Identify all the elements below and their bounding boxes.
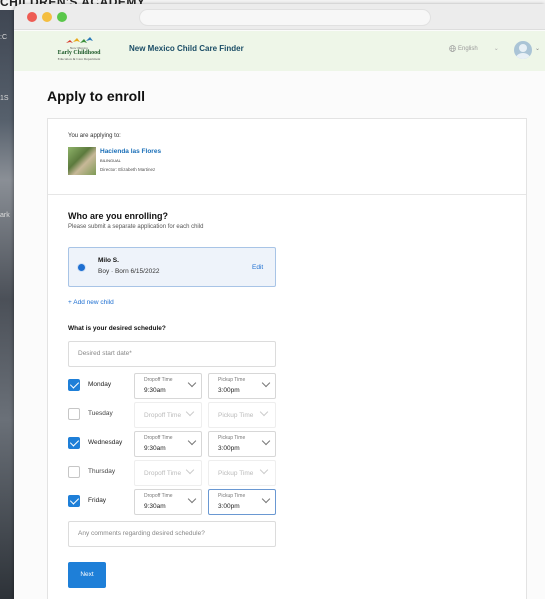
provider-tag: BILINGUAL [100, 158, 121, 163]
next-button[interactable]: Next [68, 562, 106, 588]
enrolling-heading: Who are you enrolling? [68, 211, 169, 221]
chevron-down-icon [187, 378, 197, 388]
day-label: Monday [88, 381, 112, 388]
chevron-down-icon [187, 494, 197, 504]
address-bar[interactable] [139, 9, 431, 26]
pickup-value: 3:00pm [218, 503, 240, 510]
dropoff-label: Dropoff Time [144, 377, 173, 383]
thursday-pickup-select: Pickup Time [208, 460, 276, 486]
chevron-down-icon [261, 494, 271, 504]
start-date-input[interactable]: Desired start date* [68, 341, 276, 367]
wednesday-pickup-select[interactable]: Pickup Time 3:00pm [208, 431, 276, 457]
globe-icon [449, 45, 456, 52]
chevron-down-icon: ⌄ [493, 46, 499, 52]
site-title[interactable]: New Mexico Child Care Finder [129, 44, 244, 53]
schedule-heading: What is your desired schedule? [68, 325, 166, 332]
tuesday-pickup-select: Pickup Time [208, 402, 276, 428]
monday-pickup-select[interactable]: Pickup Time 3:00pm [208, 373, 276, 399]
site-header: New Mexico Early Childhood Education & C… [14, 31, 545, 71]
logo-department-text: Education & Care Department [57, 57, 101, 61]
child-name: Milo S. [98, 257, 119, 264]
wednesday-dropoff-select[interactable]: Dropoff Time 9:30am [134, 431, 202, 457]
dropoff-label: Dropoff Time [144, 435, 173, 441]
schedule-row-monday: Monday Dropoff Time 9:30am Pickup Time 3… [68, 373, 278, 399]
day-label: Tuesday [88, 410, 113, 417]
birds-logo-icon [48, 37, 110, 46]
background-edge-label: 1S [0, 95, 9, 102]
child-option[interactable]: Milo S. Boy · Born 6/15/2022 Edit [68, 247, 276, 287]
pickup-label: Pickup Time [218, 493, 246, 499]
background-edge-label: ark [0, 212, 10, 219]
pickup-placeholder: Pickup Time [218, 470, 254, 477]
friday-checkbox[interactable] [68, 495, 80, 507]
pickup-value: 3:00pm [218, 387, 240, 394]
pickup-label: Pickup Time [218, 377, 246, 383]
provider-photo [68, 147, 96, 175]
monday-checkbox[interactable] [68, 379, 80, 391]
chevron-down-icon [185, 407, 195, 417]
dropoff-value: 9:30am [144, 387, 166, 394]
day-label: Thursday [88, 468, 116, 475]
page-title: Apply to enroll [47, 88, 145, 104]
day-label: Wednesday [88, 439, 123, 446]
chevron-down-icon [259, 407, 269, 417]
chevron-down-icon[interactable]: ⌄ [535, 45, 540, 52]
chevron-down-icon [261, 436, 271, 446]
schedule-row-tuesday: Tuesday Dropoff Time Pickup Time [68, 402, 278, 428]
zoom-window-button[interactable] [57, 12, 67, 22]
pickup-placeholder: Pickup Time [218, 412, 254, 419]
user-avatar[interactable] [514, 41, 532, 59]
thursday-checkbox[interactable] [68, 466, 80, 478]
child-radio-selected[interactable] [77, 263, 86, 272]
dropoff-label: Dropoff Time [144, 493, 173, 499]
schedule-row-wednesday: Wednesday Dropoff Time 9:30am Pickup Tim… [68, 431, 278, 457]
pickup-value: 3:00pm [218, 445, 240, 452]
minimize-window-button[interactable] [42, 12, 52, 22]
dropoff-placeholder: Dropoff Time [144, 470, 182, 477]
chevron-down-icon [187, 436, 197, 446]
provider-name-link[interactable]: Hacienda las Flores [100, 148, 161, 155]
enrollment-form-card: You are applying to: Hacienda las Flores… [47, 118, 527, 599]
tuesday-checkbox[interactable] [68, 408, 80, 420]
friday-pickup-select[interactable]: Pickup Time 3:00pm [208, 489, 276, 515]
friday-dropoff-select[interactable]: Dropoff Time 9:30am [134, 489, 202, 515]
section-divider [48, 194, 526, 195]
dropoff-placeholder: Dropoff Time [144, 412, 182, 419]
chevron-down-icon [185, 465, 195, 475]
site-logo[interactable]: New Mexico Early Childhood Education & C… [48, 37, 110, 65]
thursday-dropoff-select: Dropoff Time [134, 460, 202, 486]
browser-window: New Mexico Early Childhood Education & C… [14, 4, 545, 599]
logo-main-text: Early Childhood [57, 50, 101, 56]
child-details: Boy · Born 6/15/2022 [98, 268, 160, 275]
language-label: English [458, 45, 478, 52]
schedule-comments-input[interactable]: Any comments regarding desired schedule? [68, 521, 276, 547]
browser-titlebar [14, 4, 545, 30]
dropoff-value: 9:30am [144, 503, 166, 510]
language-selector[interactable]: English ⌄ [449, 45, 499, 52]
provider-director: Director: Elizabeth Martinez [100, 167, 156, 172]
pickup-label: Pickup Time [218, 435, 246, 441]
schedule-row-friday: Friday Dropoff Time 9:30am Pickup Time 3… [68, 489, 278, 515]
applying-label: You are applying to: [68, 133, 121, 139]
tuesday-dropoff-select: Dropoff Time [134, 402, 202, 428]
chevron-down-icon [259, 465, 269, 475]
close-window-button[interactable] [27, 12, 37, 22]
day-label: Friday [88, 497, 107, 504]
enrolling-subheading: Please submit a separate application for… [68, 224, 204, 230]
edit-child-button[interactable]: Edit [252, 264, 263, 271]
background-edge-label: :C [0, 34, 7, 41]
chevron-down-icon [261, 378, 271, 388]
add-new-child-link[interactable]: + Add new child [68, 299, 114, 306]
monday-dropoff-select[interactable]: Dropoff Time 9:30am [134, 373, 202, 399]
dropoff-value: 9:30am [144, 445, 166, 452]
wednesday-checkbox[interactable] [68, 437, 80, 449]
schedule-row-thursday: Thursday Dropoff Time Pickup Time [68, 460, 278, 486]
